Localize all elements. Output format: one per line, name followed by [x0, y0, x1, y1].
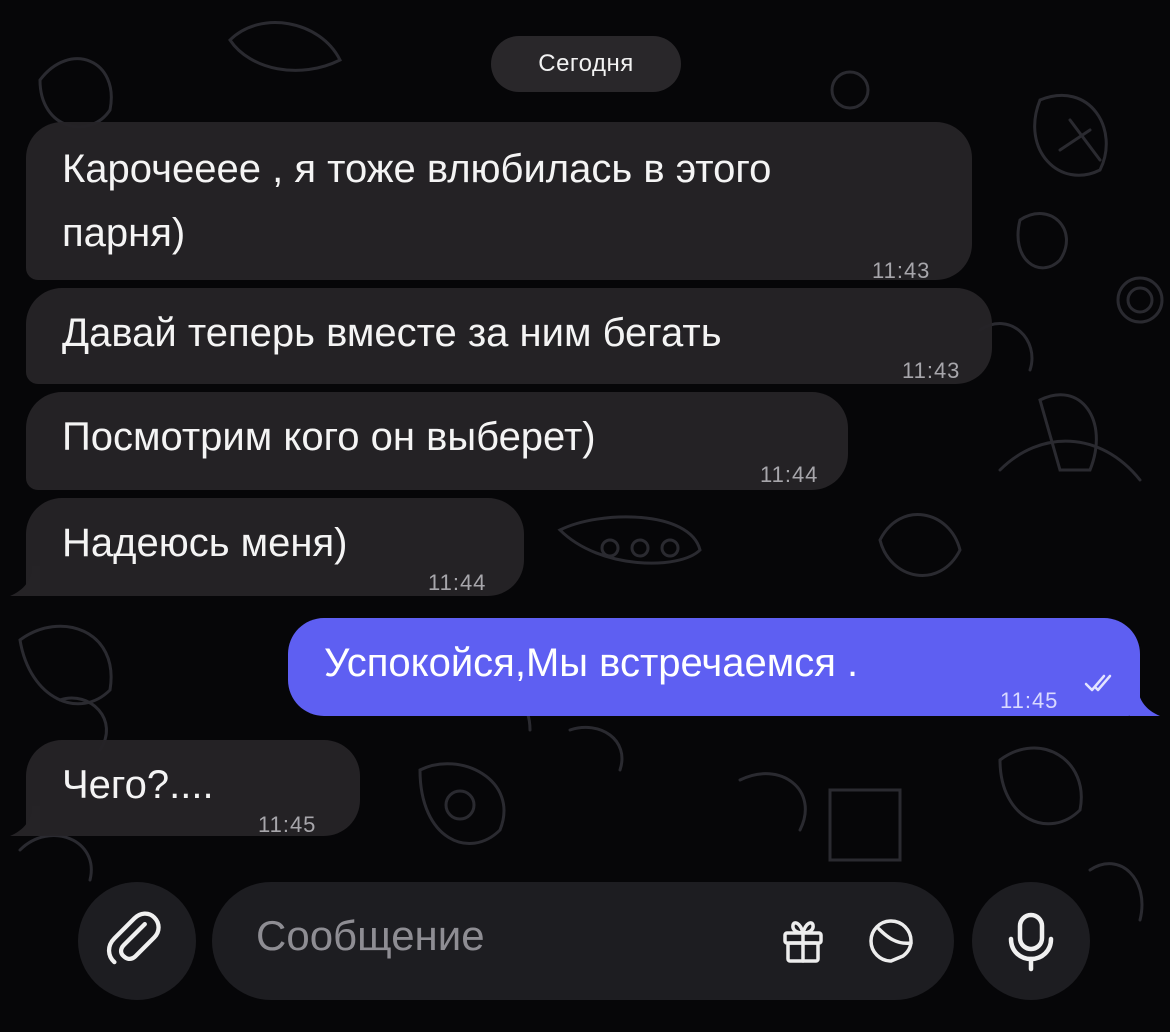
message-text: парня) — [62, 211, 186, 255]
bubble-tail — [10, 566, 40, 596]
message-time: 11:45 — [1000, 688, 1059, 713]
bubble-tail — [10, 806, 40, 836]
message-time: 11:44 — [428, 570, 487, 595]
message-text: Давай теперь вместе за ним бегать — [62, 311, 722, 355]
gift-icon — [783, 921, 823, 963]
message-time: 11:44 — [760, 462, 819, 487]
message-input-placeholder: Сообщение — [256, 912, 485, 959]
date-separator: Сегодня — [491, 36, 681, 92]
message-input[interactable]: Сообщение — [212, 882, 954, 1000]
message-text: Чего?.... — [62, 763, 214, 807]
voice-message-button[interactable] — [972, 882, 1090, 1000]
message-time: 11:45 — [258, 812, 317, 837]
gift-button[interactable] — [772, 910, 834, 972]
outgoing-message[interactable]: Успокойся,Мы встречаемся . 11:45 — [288, 618, 1140, 716]
microphone-icon — [1008, 912, 1054, 972]
incoming-message[interactable]: Посмотрим кого он выберет) 11:44 — [26, 392, 848, 490]
bubble-tail — [1130, 686, 1160, 716]
incoming-message[interactable]: Карочееее , я тоже влюбилась в этого пар… — [26, 122, 972, 283]
sticker-icon — [869, 919, 913, 963]
message-time: 11:43 — [902, 358, 961, 383]
message-text: Успокойся,Мы встречаемся . — [324, 641, 859, 685]
attach-button[interactable] — [78, 882, 196, 1000]
chat-screen: Сегодня Карочееее , я тоже влюбилась в э… — [0, 0, 1170, 1032]
read-check-icon — [1084, 674, 1112, 692]
incoming-message[interactable]: Давай теперь вместе за ним бегать 11:43 — [26, 288, 992, 384]
message-text: Посмотрим кого он выберет) — [62, 415, 596, 459]
incoming-message[interactable]: Надеюсь меня) 11:44 — [26, 498, 524, 596]
message-text: Надеюсь меня) — [62, 521, 348, 565]
sticker-button[interactable] — [860, 910, 922, 972]
paperclip-icon — [106, 911, 161, 965]
message-text: Карочееее , я тоже влюбилась в этого — [62, 147, 772, 191]
incoming-message[interactable]: Чего?.... 11:45 — [26, 740, 360, 837]
